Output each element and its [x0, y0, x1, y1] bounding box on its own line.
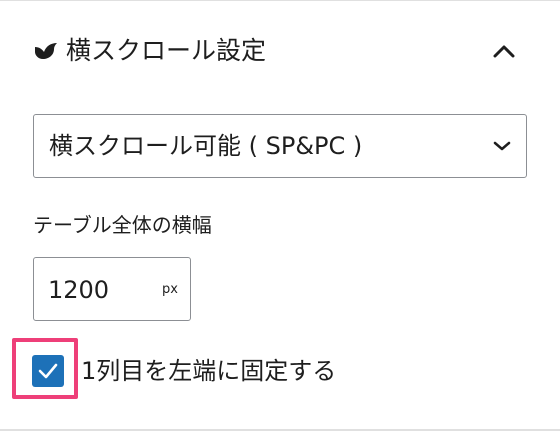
panel-header-toggle[interactable]: 横スクロール設定 [0, 14, 560, 90]
chevron-down-icon [492, 137, 512, 155]
top-divider [0, 0, 560, 1]
select-value: 横スクロール可能 ( SP&PC ) [49, 132, 363, 160]
checkmark-icon [38, 363, 58, 379]
panel-title: 横スクロール設定 [66, 36, 267, 65]
horizontal-scroll-select[interactable]: 横スクロール可能 ( SP&PC ) [33, 114, 527, 178]
fix-first-column-label[interactable]: 1列目を左端に固定する [81, 356, 336, 386]
table-width-label: テーブル全体の横幅 [33, 213, 212, 237]
scroll-settings-panel: 横スクロール設定 横スクロール可能 ( SP&PC ) テーブル全体の横幅 12… [0, 0, 560, 434]
table-width-value: 1200 [48, 276, 110, 304]
table-width-input[interactable]: 1200 px [33, 257, 191, 321]
bottom-divider [0, 429, 560, 431]
unit-label: px [162, 282, 178, 297]
fix-first-column-checkbox[interactable] [32, 355, 64, 387]
bird-icon [33, 41, 59, 61]
chevron-up-icon[interactable] [488, 40, 520, 64]
